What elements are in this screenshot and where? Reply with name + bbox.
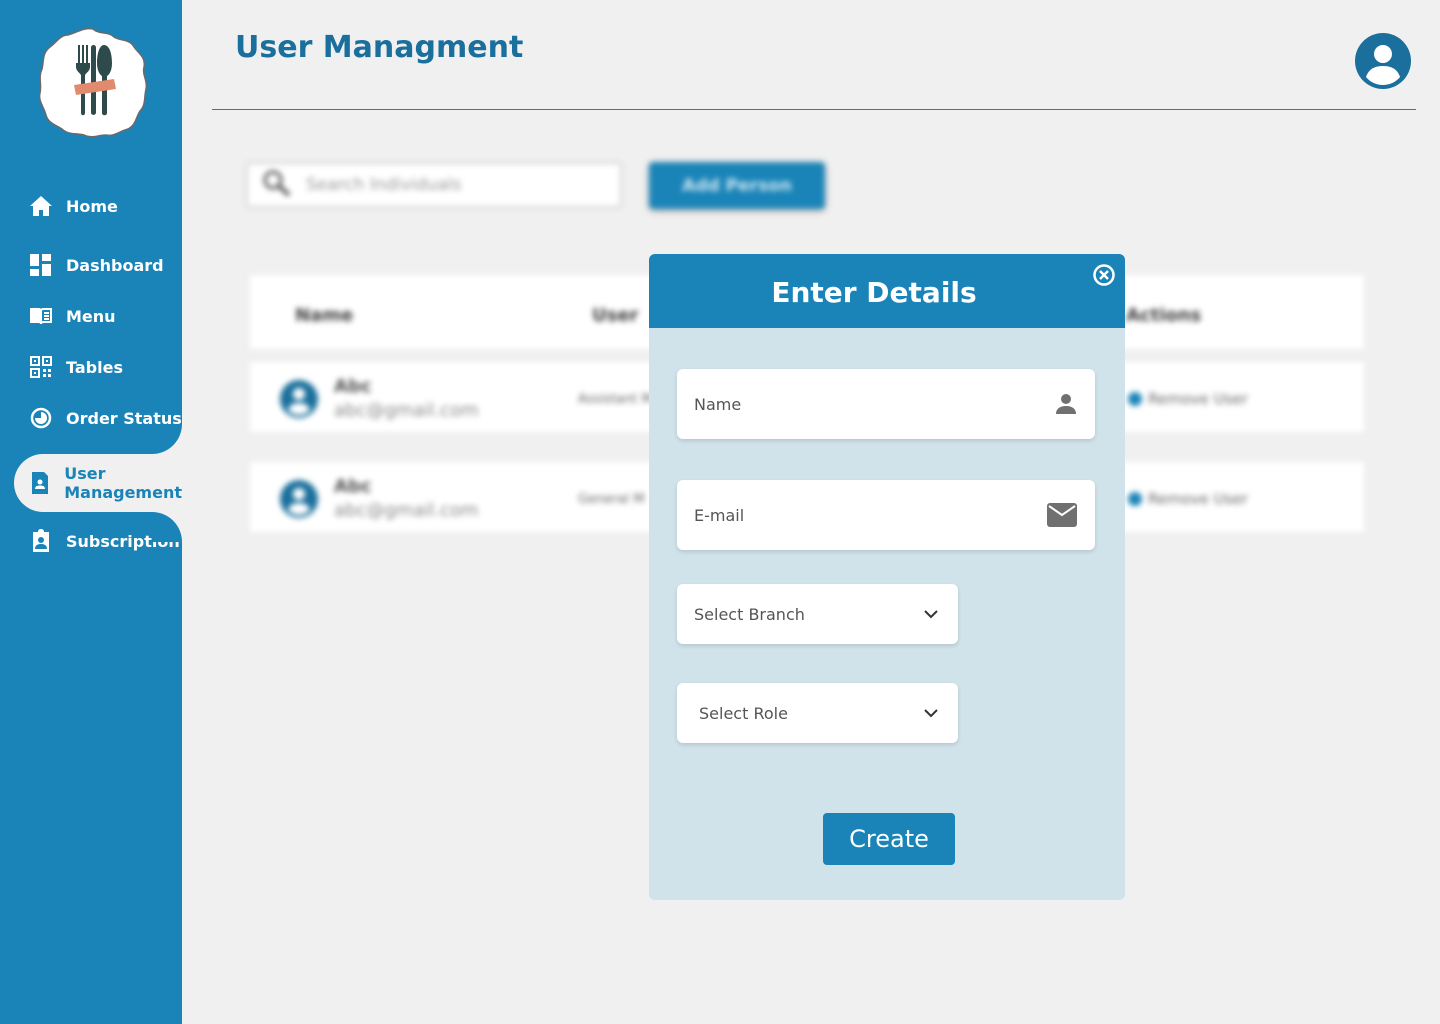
avatar: [280, 480, 318, 518]
remove-dot-icon: [1128, 392, 1142, 406]
role-select-value: Select Role: [699, 703, 788, 723]
modal-title: Enter Details: [771, 276, 977, 309]
sidebar-item-label: Menu: [66, 306, 116, 326]
user-name: Abc: [334, 376, 372, 397]
user-name: Abc: [334, 476, 372, 497]
create-button[interactable]: Create: [823, 813, 955, 865]
active-tab-curve-bottom: [152, 512, 182, 542]
close-icon[interactable]: [1093, 264, 1115, 286]
sidebar-item-label: Tables: [66, 357, 123, 377]
search-icon: [262, 169, 292, 201]
column-header-actions: Actions: [1126, 305, 1202, 326]
clipboard-user-icon: [29, 529, 53, 553]
header-divider: [212, 109, 1416, 110]
branch-select-value: Select Branch: [694, 604, 805, 624]
add-person-button[interactable]: Add Person: [649, 162, 825, 209]
qr-icon: [29, 355, 53, 379]
user-email: abc@gmail.com: [334, 500, 479, 521]
remove-user-link[interactable]: Remove User: [1128, 390, 1248, 408]
user-role: Assistant M: [578, 392, 653, 407]
user-badge-icon: [28, 471, 51, 495]
remove-user-link[interactable]: Remove User: [1128, 490, 1248, 508]
remove-dot-icon: [1128, 492, 1142, 506]
sidebar-item-label: Dashboard: [66, 255, 164, 275]
user-email: abc@gmail.com: [334, 400, 479, 421]
book-icon: [29, 304, 53, 328]
sidebar-item-menu[interactable]: Menu: [0, 304, 182, 328]
home-icon: [29, 194, 53, 218]
pie-icon: [29, 406, 53, 430]
name-field[interactable]: Name: [677, 369, 1095, 439]
name-field-label: Name: [694, 394, 742, 414]
modal-header: Enter Details: [649, 254, 1125, 328]
role-select[interactable]: Select Role: [677, 683, 958, 743]
enter-details-modal: Enter Details Name E-mail Select Branch …: [649, 254, 1125, 900]
mail-icon: [1047, 503, 1077, 527]
user-role: General M: [578, 492, 645, 507]
chevron-down-icon: [924, 609, 938, 619]
search-input[interactable]: Search Individuals: [246, 162, 622, 208]
profile-icon[interactable]: [1355, 33, 1411, 89]
sidebar-item-label: Home: [66, 196, 118, 216]
dashboard-icon: [29, 253, 53, 277]
column-header-user: User: [592, 305, 639, 326]
sidebar-item-dashboard[interactable]: Dashboard: [0, 253, 182, 277]
sidebar-item-tables[interactable]: Tables: [0, 355, 182, 379]
branch-select[interactable]: Select Branch: [677, 584, 958, 644]
sidebar-item-home[interactable]: Home: [0, 194, 182, 218]
active-tab-curve-top: [152, 424, 182, 454]
email-field-label: E-mail: [694, 505, 745, 525]
column-header-name: Name: [295, 305, 354, 326]
chevron-down-icon: [924, 708, 938, 718]
person-icon: [1055, 393, 1077, 415]
sidebar-item-user-management[interactable]: User Management: [14, 454, 182, 512]
search-placeholder: Search Individuals: [306, 175, 462, 195]
restaurant-logo: [38, 27, 148, 138]
page-title: User Managment: [235, 30, 524, 65]
email-field[interactable]: E-mail: [677, 480, 1095, 550]
sidebar-item-label: User Management: [64, 464, 182, 502]
avatar: [280, 380, 318, 418]
